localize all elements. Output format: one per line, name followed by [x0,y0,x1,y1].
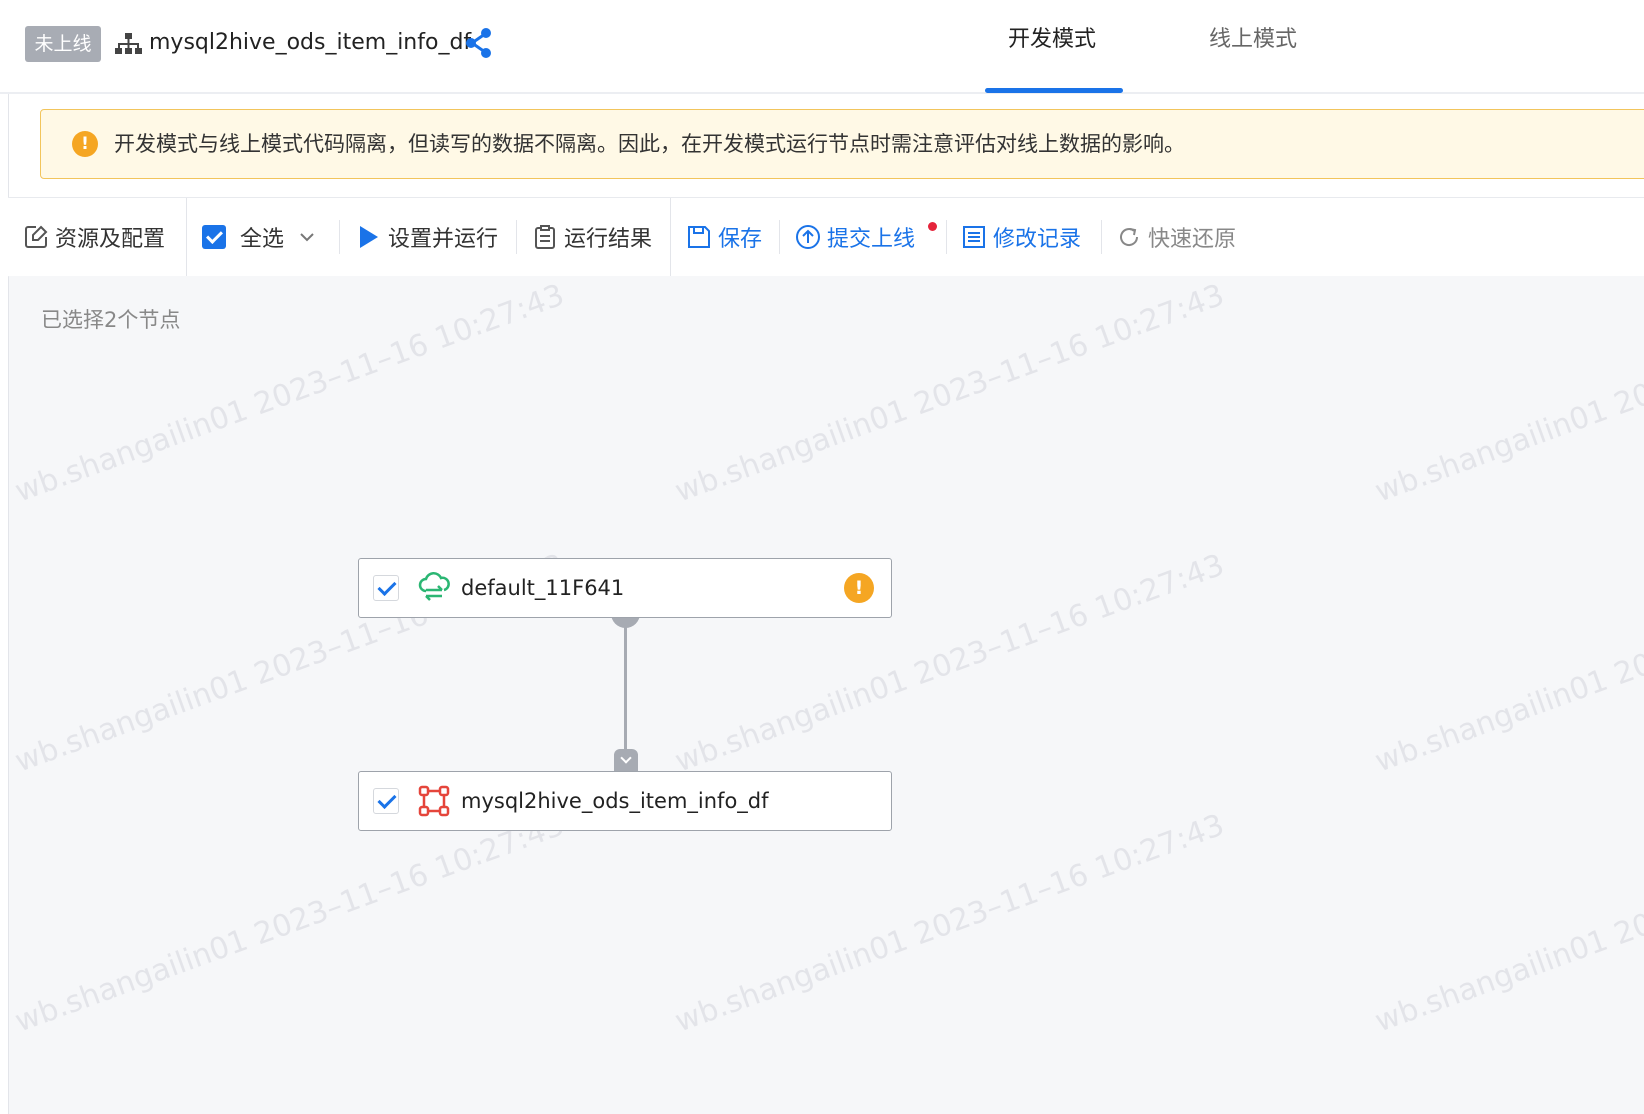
submit-online-button[interactable]: 提交上线 [795,198,915,276]
cloud-sync-icon [418,572,450,601]
select-all-label: 全选 [240,227,285,252]
quick-restore-button[interactable]: 快速还原 [1116,198,1236,276]
toolbar-divider [670,198,671,276]
dag-node-default[interactable]: default_11F641 ! [358,558,892,618]
dependency-edge [624,624,627,754]
chevron-down-icon [300,233,314,242]
header: 未上线 mysql2hive_ods_item_info_df 开发模式 线上模… [0,0,1644,94]
isolation-notice: ! 开发模式与线上模式代码隔离，但读写的数据不隔离。因此，在开发模式运行节点时需… [40,109,1644,179]
active-tab-indicator [985,88,1123,93]
watermark: wb.shangailin01 2023–11–16 10:27:43 [670,277,1229,510]
toolbar: 资源及配置 全选 设置并运行 运行结果 保存 提交上线 修改记录 快速还原 [8,197,1644,277]
notice-text: 开发模式与线上模式代码隔离，但读写的数据不隔离。因此，在开发模式运行节点时需注意… [114,132,1185,156]
quick-restore-label: 快速还原 [1148,227,1237,252]
node-checkbox[interactable] [373,575,399,601]
toolbar-divider [339,220,340,254]
input-port[interactable] [614,749,638,771]
restore-icon [1120,228,1139,246]
dag-canvas[interactable]: wb.shangailin01 2023–11–16 10:27:43 wb.s… [9,276,1644,1114]
toolbar-divider [1101,220,1102,254]
select-all-checkbox[interactable] [202,225,226,249]
node-warning-icon[interactable]: ! [844,573,874,603]
tab-dev-mode[interactable]: 开发模式 [1008,22,1096,58]
submit-online-label: 提交上线 [827,227,916,252]
selected-count-text: 已选择2个节点 [41,308,181,332]
notification-dot [928,222,937,231]
change-log-label: 修改记录 [993,227,1082,252]
run-results-label: 运行结果 [564,227,653,252]
toolbar-divider [186,198,187,276]
set-and-run-label: 设置并运行 [388,227,499,252]
set-and-run-button[interactable]: 设置并运行 [356,198,498,276]
toolbar-divider [779,220,780,254]
warning-icon: ! [72,131,98,157]
toolbar-divider [516,220,517,254]
watermark: wb.shangailin01 2023–11–16 10:27:43 [1370,808,1644,1040]
workflow-icon [115,33,142,54]
tab-online-mode[interactable]: 线上模式 [1209,22,1297,58]
run-results-button[interactable]: 运行结果 [532,198,652,276]
watermark: wb.shangailin01 2023–11–16 10:27:43 [670,807,1229,1040]
play-icon [360,226,378,248]
watermark: wb.shangailin01 2023–11–16 10:27:43 [10,807,569,1040]
share-icon[interactable] [464,27,494,59]
edit-config-icon [25,225,48,248]
select-all-dropdown[interactable]: 全选 [202,198,316,276]
save-icon [688,226,710,248]
node-label: mysql2hive_ods_item_info_df [461,789,769,813]
clipboard-icon [535,225,555,249]
task-title: mysql2hive_ods_item_info_df [149,30,472,55]
watermark: wb.shangailin01 2023–11–16 10:27:43 [1370,278,1644,510]
resources-config-label: 资源及配置 [55,227,166,252]
save-label: 保存 [718,227,763,252]
upload-circle-icon [796,225,820,249]
toolbar-divider [946,220,947,254]
sync-node-icon [418,785,450,817]
dag-node-sync[interactable]: mysql2hive_ods_item_info_df [358,771,892,831]
save-button[interactable]: 保存 [686,198,762,276]
node-checkbox[interactable] [373,788,399,814]
change-log-button[interactable]: 修改记录 [961,198,1081,276]
watermark: wb.shangailin01 2023–11–16 10:27:43 [1370,548,1644,780]
status-badge: 未上线 [25,26,101,62]
resources-config-button[interactable]: 资源及配置 [23,198,165,276]
list-icon [963,226,985,248]
node-label: default_11F641 [461,576,625,600]
